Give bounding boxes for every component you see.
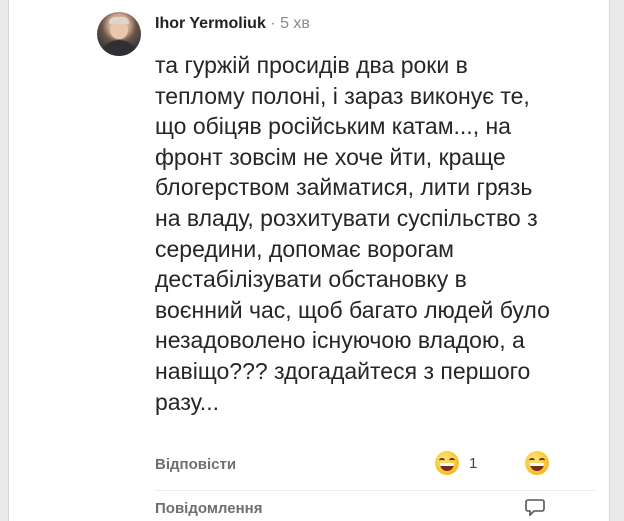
comment-line: разу... [155, 388, 219, 415]
comment-header: Ihor Yermoliuk · 5 хв [155, 14, 310, 34]
comment-line: на владу, розхитувати суспільство з [155, 204, 538, 231]
divider [155, 490, 595, 491]
comment-line: воєнний час, щоб багато людей було [155, 296, 550, 323]
comment-line: блогерством займатися, лити грязь [155, 174, 533, 201]
comment-line: фронт зовсім не хоче йти, краще [155, 143, 506, 170]
comment-time: 5 хв [280, 15, 310, 32]
message-button[interactable]: Повідомлення [155, 500, 262, 517]
reaction-count: 1 [469, 454, 478, 472]
meta-separator: · [265, 15, 281, 32]
comment-line: незадоволено існуючою владою, а [155, 327, 525, 354]
user-avatar[interactable] [97, 12, 141, 56]
comment-text: та гуржій просидів два роки в теплому по… [155, 50, 595, 417]
page-background [0, 0, 8, 521]
reply-button[interactable]: Відповісти [155, 456, 236, 473]
avatar-hair [109, 17, 129, 24]
message-bubble-icon[interactable] [525, 498, 545, 516]
comment-line: та гуржій просидів два роки в [155, 52, 468, 78]
avatar-shirt [99, 40, 139, 56]
comment-line: навіщо??? здогадайтеся з першого [155, 357, 531, 384]
comment-line: середини, допомає ворогам [155, 235, 454, 262]
comment-card: Ihor Yermoliuk · 5 хв та гуржій просидів… [8, 0, 610, 521]
laughing-face-emoji [435, 451, 459, 475]
laugh-reaction-button[interactable]: 1 [435, 450, 477, 476]
comment-line: що обіцяв російським катам..., на [155, 113, 511, 140]
add-reaction-emoji [525, 451, 549, 475]
author-name[interactable]: Ihor Yermoliuk [155, 15, 266, 32]
comment-line: теплому полоні, і зараз виконує те, [155, 82, 530, 109]
comment-line: дестабілізувати обстановку в [155, 266, 467, 293]
add-reaction-button[interactable] [525, 450, 549, 476]
